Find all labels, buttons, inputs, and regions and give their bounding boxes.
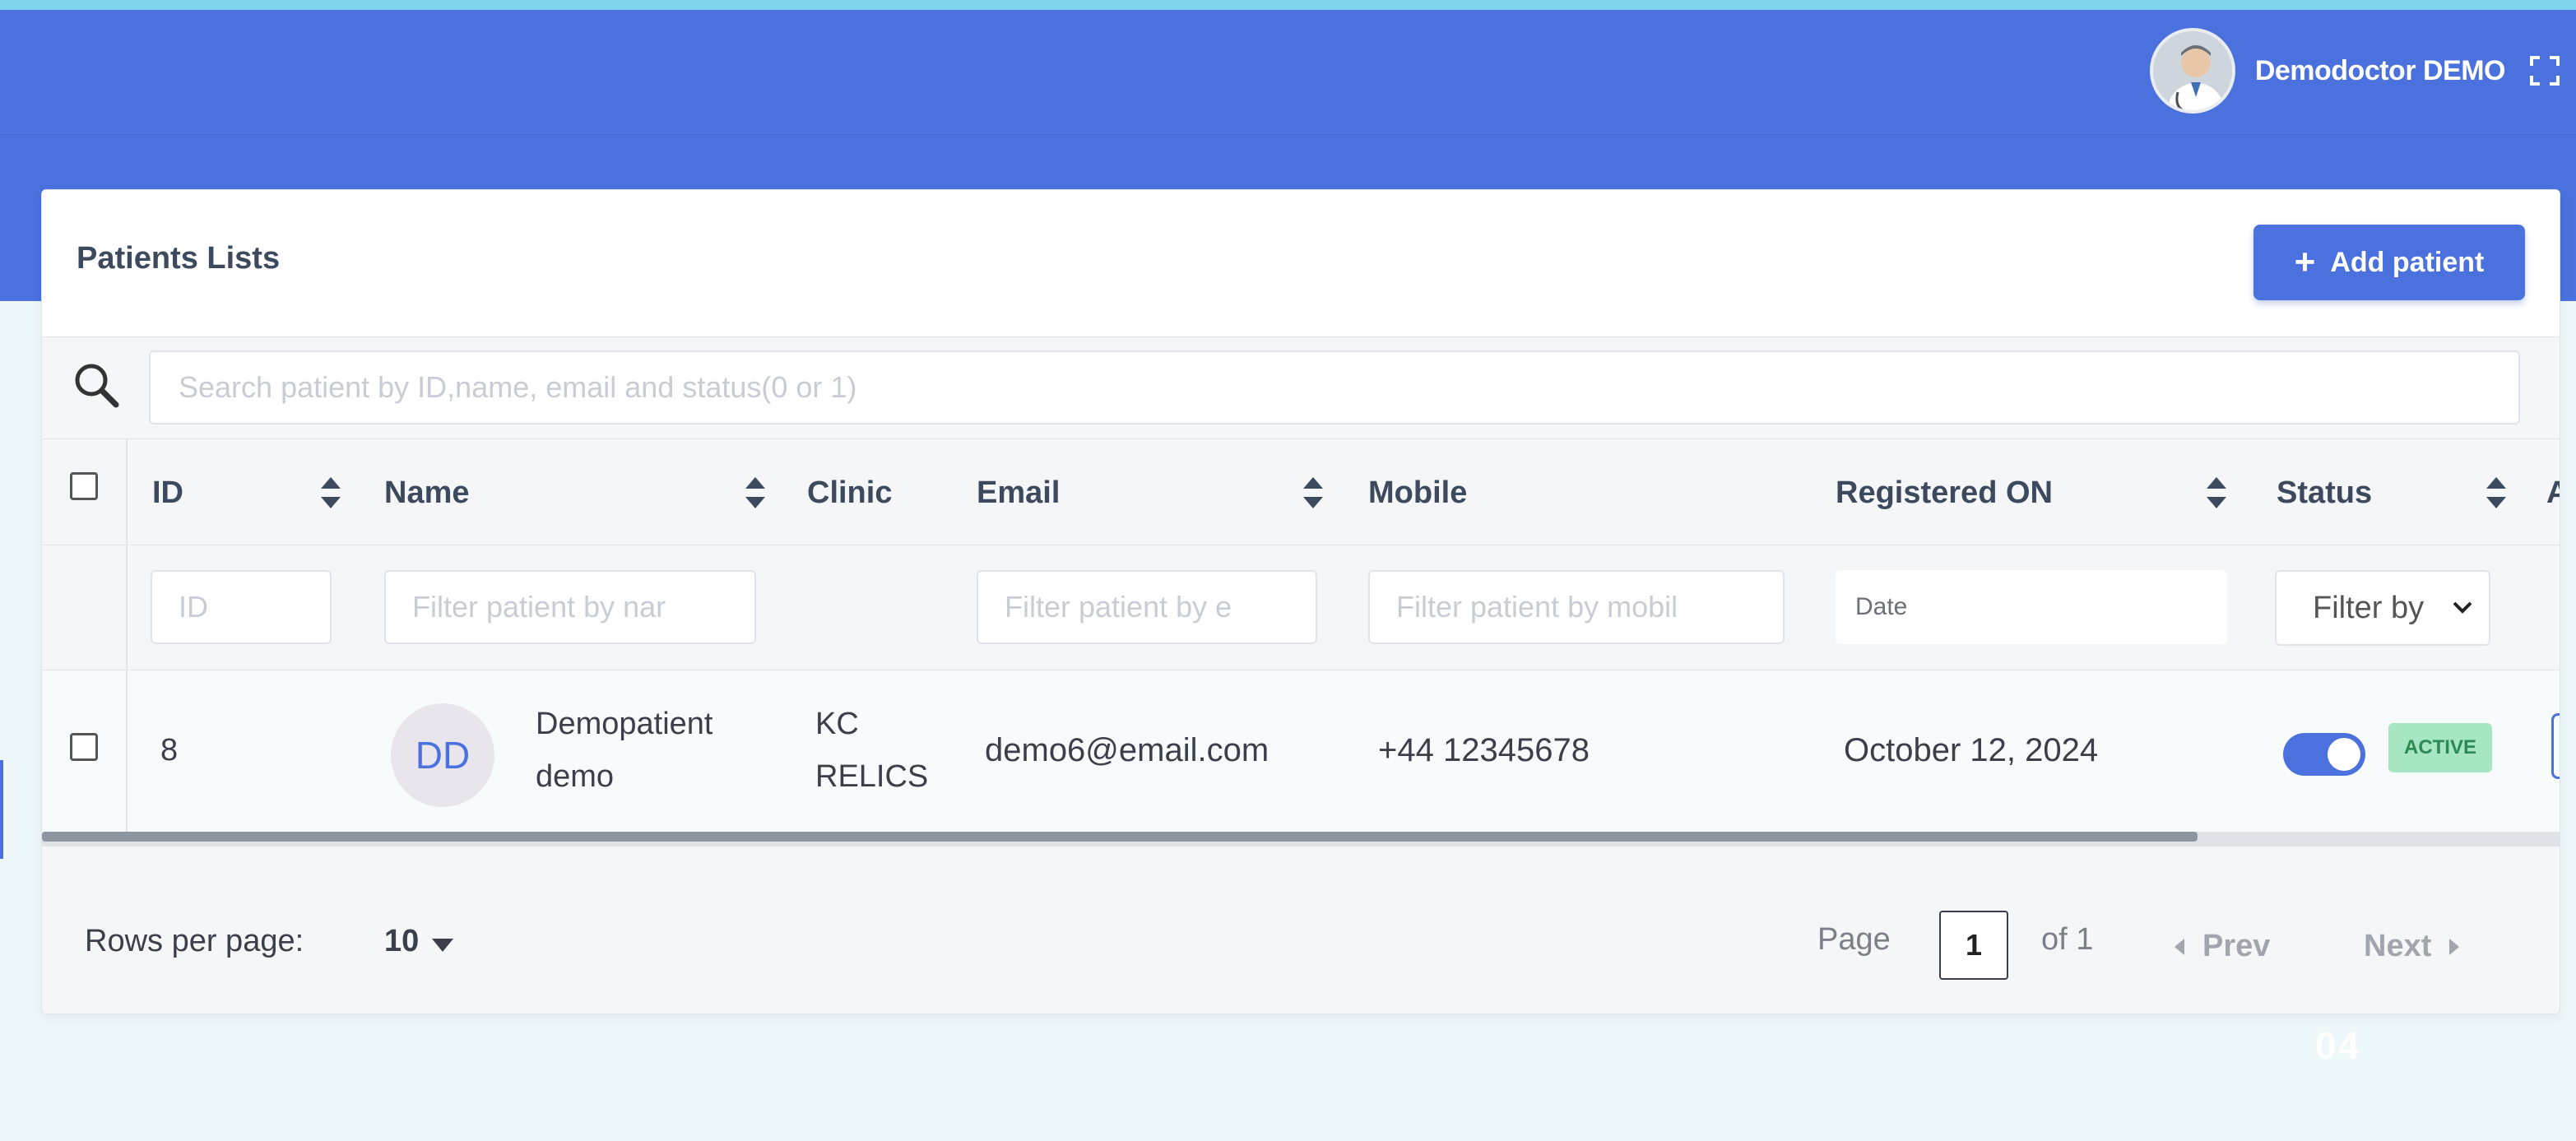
fullscreen-icon[interactable] [2528, 54, 2561, 87]
select-all-checkbox[interactable] [70, 472, 98, 500]
user-name[interactable]: Demodoctor DEMO [2255, 55, 2506, 87]
chevron-left-icon [2175, 938, 2184, 955]
user-avatar[interactable] [2149, 28, 2235, 114]
patient-name-line1: Demopatient [536, 707, 713, 741]
add-patient-button[interactable]: + Add patient [2253, 225, 2525, 300]
patient-id: 8 [160, 733, 179, 768]
page-label: Page [1817, 922, 1891, 957]
horizontal-scrollbar-thumb[interactable] [42, 832, 2198, 842]
patient-clinic-line1: KC [815, 707, 859, 741]
sort-email-icon[interactable] [1301, 474, 1325, 512]
table-header: ID Name Clinic Email Mobile Registered O… [42, 438, 2560, 546]
name-filter-input[interactable] [384, 570, 756, 644]
sort-registered-icon[interactable] [2204, 474, 2229, 512]
column-divider [126, 670, 128, 832]
status-filter-select[interactable]: Filter by [2275, 570, 2490, 646]
slide-number: 04 [2315, 1024, 2361, 1067]
next-label: Next [2364, 929, 2432, 963]
mobile-filter-input[interactable] [1368, 570, 1785, 644]
sort-status-icon[interactable] [2484, 474, 2509, 512]
page-title: Patients Lists [77, 241, 281, 276]
chevron-down-icon [2453, 601, 2472, 614]
page-number-input[interactable] [1939, 911, 2008, 980]
plus-icon: + [2294, 242, 2316, 282]
patient-clinic-line2: RELICS [815, 759, 929, 794]
date-filter-input[interactable] [1836, 570, 2227, 644]
card-header: Patients Lists + Add patient [42, 190, 2560, 336]
doctor-avatar-icon [2152, 31, 2232, 110]
column-header-status[interactable]: Status [2277, 439, 2372, 546]
patient-mobile: +44 12345678 [1378, 732, 1590, 768]
user-menu[interactable]: Demodoctor DEMO [2149, 28, 2506, 114]
search-input[interactable] [149, 350, 2520, 424]
search-bar [42, 336, 2560, 438]
column-divider [126, 545, 128, 670]
patient-avatar: DD [391, 703, 494, 807]
top-header: Demodoctor DEMO [0, 10, 2576, 133]
column-header-actions[interactable]: A [2546, 439, 2560, 546]
column-header-clinic[interactable]: Clinic [807, 439, 892, 546]
add-patient-label: Add patient [2330, 246, 2485, 278]
patient-name-line2: demo [536, 759, 615, 794]
toggle-knob [2328, 738, 2360, 771]
column-header-id[interactable]: ID [152, 439, 183, 546]
search-icon [75, 364, 119, 408]
patient-email: demo6@email.com [985, 732, 1269, 768]
patients-card: Patients Lists + Add patient ID Name Cli… [41, 189, 2560, 1014]
status-badge: ACTIVE [2388, 723, 2492, 772]
column-divider [126, 439, 128, 546]
prev-page-button[interactable]: Prev [2173, 929, 2270, 964]
column-header-email[interactable]: Email [977, 439, 1060, 546]
page-total-label: of 1 [2041, 922, 2094, 957]
row-action-button[interactable] [2551, 713, 2560, 779]
column-header-name[interactable]: Name [384, 439, 470, 546]
rows-per-page-label: Rows per page: [85, 924, 304, 958]
filter-row: Filter by [42, 545, 2560, 670]
next-page-button[interactable]: Next [2364, 929, 2461, 964]
sidebar-edge-indicator [0, 760, 3, 859]
status-toggle[interactable] [2283, 733, 2365, 776]
id-filter-input[interactable] [151, 570, 332, 644]
table-row[interactable]: 8 DD Demopatient demo KC RELICS demo6@em… [42, 670, 2560, 832]
caret-down-icon[interactable] [429, 935, 457, 955]
table-footer: Rows per page: 10 Page of 1 Prev Next [42, 846, 2560, 1013]
top-accent-strip [0, 0, 2576, 10]
prev-label: Prev [2202, 929, 2271, 963]
email-filter-input[interactable] [977, 570, 1317, 644]
status-filter-value: Filter by [2313, 590, 2425, 625]
column-header-mobile[interactable]: Mobile [1368, 439, 1467, 546]
row-checkbox[interactable] [70, 733, 98, 761]
column-header-registered-on[interactable]: Registered ON [1836, 439, 2053, 546]
sort-id-icon[interactable] [318, 474, 343, 512]
patient-registered-date: October 12, 2024 [1844, 732, 2099, 768]
rows-per-page-select[interactable]: 10 [384, 924, 419, 959]
sort-name-icon[interactable] [743, 474, 768, 512]
chevron-right-icon [2449, 938, 2460, 955]
